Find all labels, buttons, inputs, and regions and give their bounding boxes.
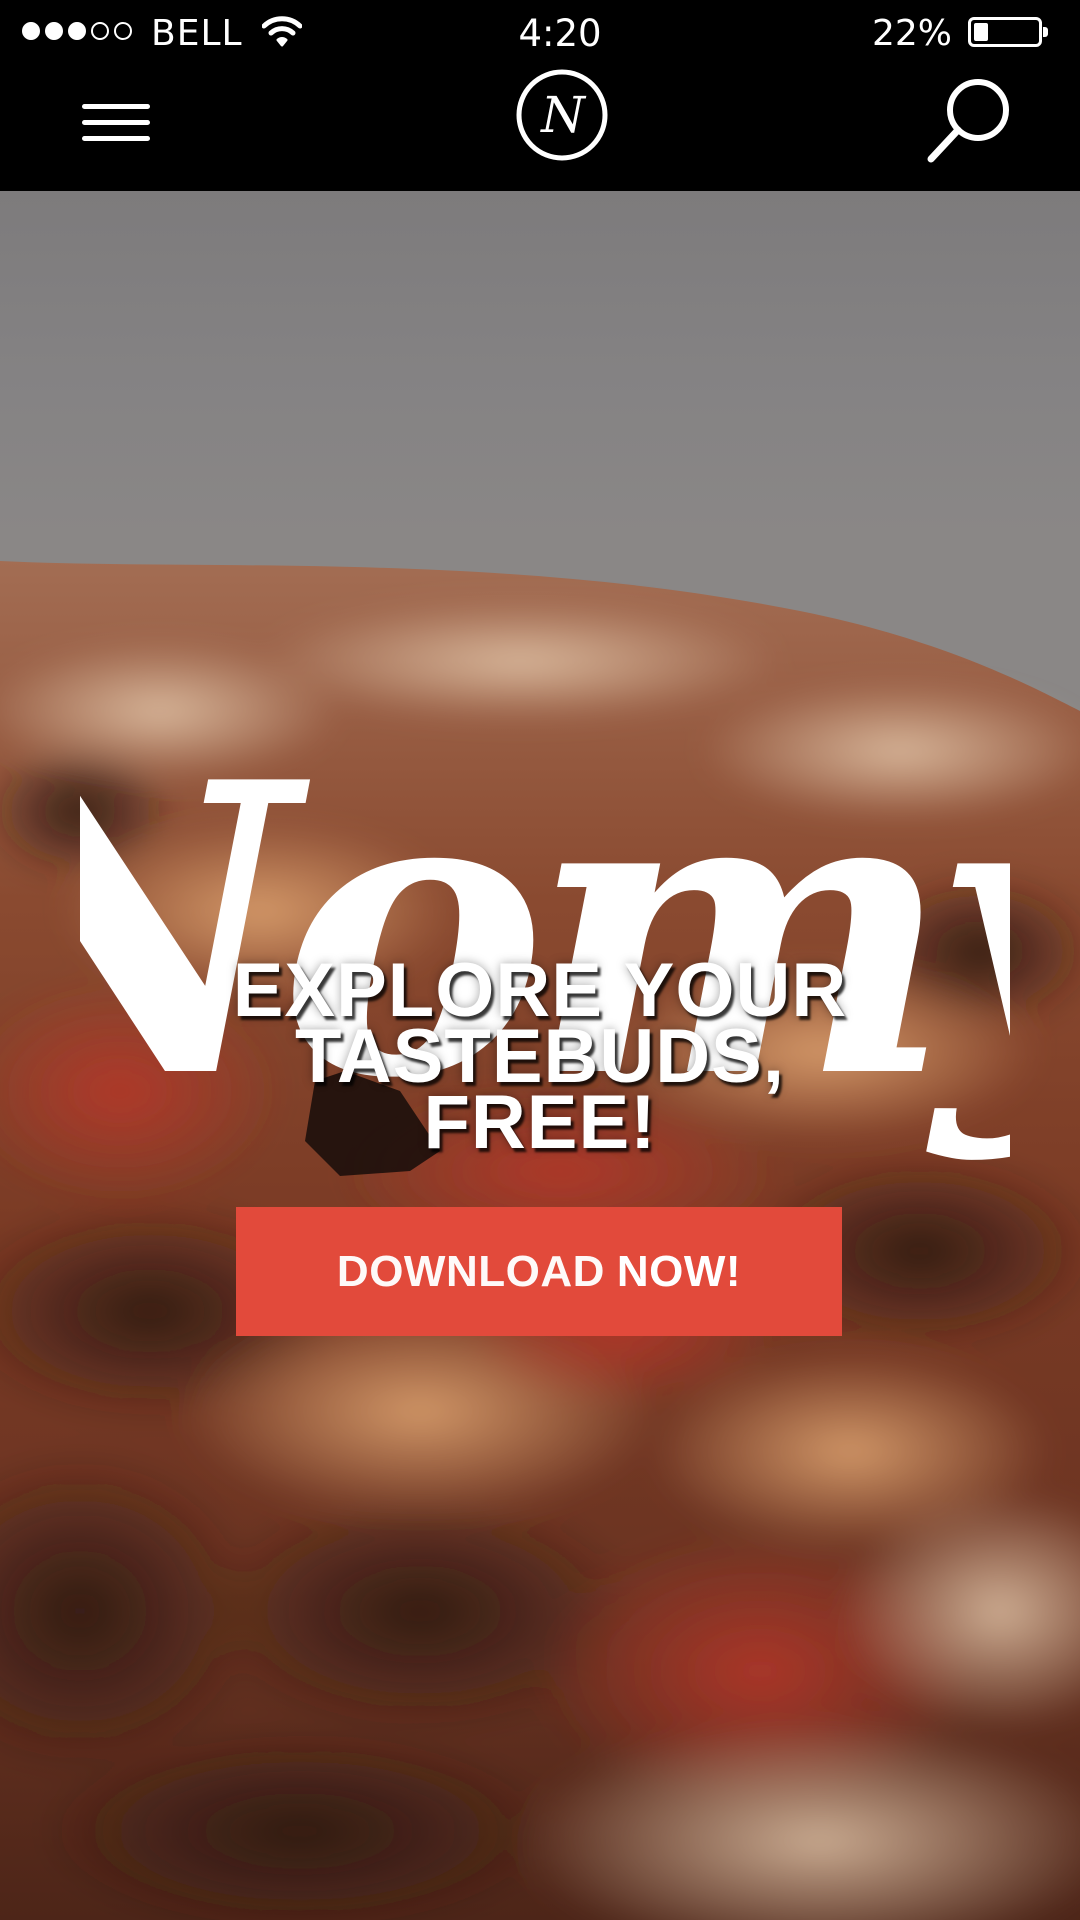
tagline-line: FREE! [423, 1080, 657, 1165]
app-header: N [0, 66, 1080, 191]
logo-letter: N [540, 86, 587, 144]
logo-badge[interactable]: N [515, 68, 609, 162]
menu-line [82, 136, 150, 141]
battery-percentage: 22% [871, 13, 952, 54]
status-bar: BELL 4:20 22% [0, 0, 1080, 66]
battery-terminal [1043, 27, 1048, 37]
menu-line [82, 120, 150, 125]
tagline: EXPLORE YOUR TASTEBUDS, FREE! [0, 953, 1080, 1165]
menu-line [82, 104, 150, 109]
hamburger-menu-icon[interactable] [82, 100, 152, 146]
battery-icon [968, 17, 1048, 47]
download-now-button[interactable]: DOWNLOAD NOW! [236, 1207, 842, 1336]
search-icon[interactable] [924, 72, 1016, 164]
download-button-label: DOWNLOAD [336, 1246, 605, 1296]
battery-level-fill [974, 23, 988, 41]
download-button-label-emphasis: NOW! [616, 1246, 742, 1296]
hero-section: Nomy EXPLORE YOUR TASTEBUDS, FREE! DOWNL… [0, 191, 1080, 1920]
